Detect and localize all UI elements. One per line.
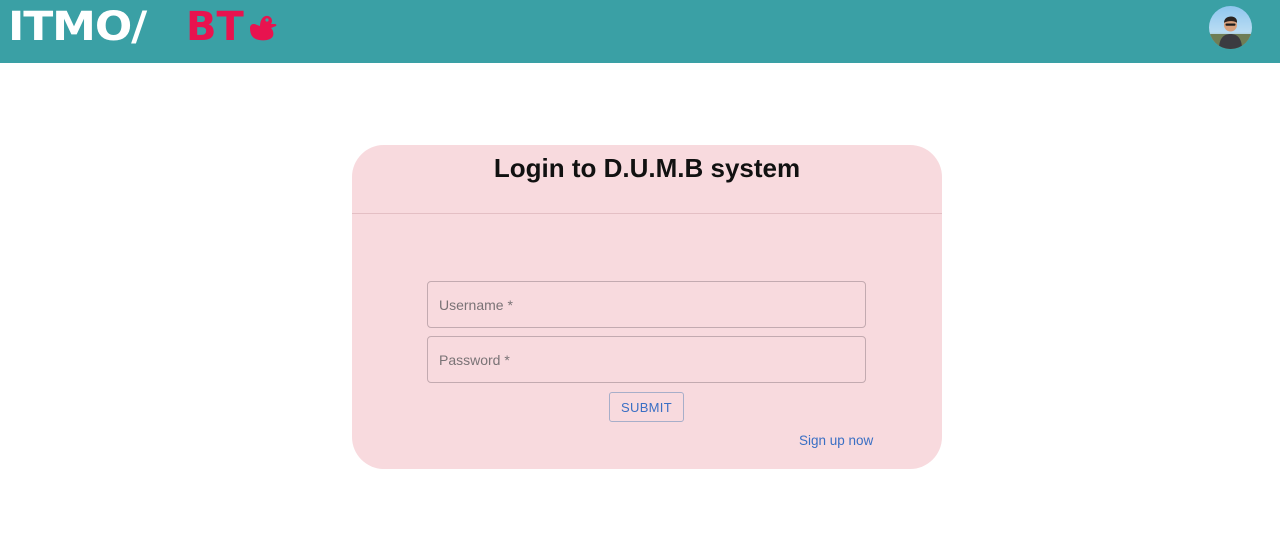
login-card: Login to D.U.M.B system SUBMIT Sign up n…	[352, 145, 942, 469]
username-input[interactable]	[428, 282, 865, 327]
card-divider	[352, 213, 942, 214]
top-header: ITMO/ BT	[0, 0, 1280, 63]
avatar-photo-icon	[1209, 6, 1252, 49]
password-input[interactable]	[428, 337, 865, 382]
duck-icon	[249, 15, 277, 41]
submit-button[interactable]: SUBMIT	[609, 392, 684, 422]
sign-up-link[interactable]: Sign up now	[799, 433, 873, 448]
logo-itmo-text: ITMO/	[8, 4, 147, 50]
password-field[interactable]	[427, 336, 866, 383]
login-title: Login to D.U.M.B system	[493, 153, 801, 183]
user-avatar[interactable]	[1209, 6, 1252, 49]
itmo-bt-logo[interactable]: ITMO/ BT	[8, 5, 278, 49]
username-field[interactable]	[427, 281, 866, 328]
